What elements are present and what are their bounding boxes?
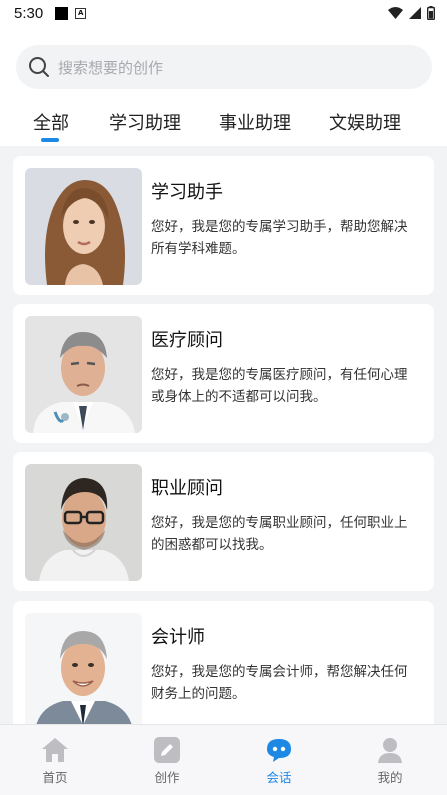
battery-icon — [427, 6, 435, 20]
status-bar: 5:30 A — [0, 0, 447, 26]
top-area: 5:30 A 搜索想要的创作 全部 学习助理 事业助理 文娱助理 — [0, 0, 447, 146]
notification-icon — [55, 6, 69, 20]
nav-label-create: 创作 — [154, 770, 180, 785]
nav-label-profile: 我的 — [377, 770, 403, 785]
status-icons — [388, 6, 435, 20]
tab-all[interactable]: 全部 — [33, 109, 69, 135]
tab-career-assistant[interactable]: 事业助理 — [219, 109, 291, 135]
avatar — [25, 613, 142, 724]
assistant-description: 您好，我是您的专属职业顾问，任何职业上的困惑都可以找我。 — [151, 515, 408, 553]
nav-item-chat[interactable]: 会话 — [249, 737, 309, 786]
avatar — [25, 316, 142, 433]
assistant-card-study[interactable]: 学习助手 您好，我是您的专属学习助手，帮助您解决所有学科难题。 — [13, 156, 434, 295]
nav-item-profile[interactable]: 我的 — [360, 737, 420, 786]
nav-label-home: 首页 — [42, 770, 68, 785]
assistant-list[interactable]: 学习助手 您好，我是您的专属学习助手，帮助您解决所有学科难题。 医疗顾问 您好，… — [0, 146, 447, 724]
status-time: 5:30 — [14, 4, 44, 22]
signal-icon — [409, 7, 421, 19]
assistant-title: 职业顾问 — [151, 478, 223, 499]
assistant-description: 您好，我是您的专属学习助手，帮助您解决所有学科难题。 — [151, 219, 408, 257]
active-tab-indicator — [41, 138, 59, 142]
bottom-nav: 首页 创作 会话 我的 — [0, 724, 447, 795]
assistant-description: 您好，我是您的专属会计师，帮您解决任何财务上的问题。 — [151, 664, 408, 702]
user-icon — [378, 738, 402, 763]
keyboard-indicator-icon: A — [75, 7, 87, 19]
avatar — [25, 464, 142, 581]
edit-icon — [154, 737, 180, 763]
home-icon — [42, 738, 68, 762]
assistant-card-medical[interactable]: 医疗顾问 您好，我是您的专属医疗顾问，有任何心理或身体上的不适都可以问我。 — [13, 304, 434, 443]
search-bar[interactable]: 搜索想要的创作 — [16, 45, 432, 89]
assistant-card-career[interactable]: 职业顾问 您好，我是您的专属职业顾问，任何职业上的困惑都可以找我。 — [13, 452, 434, 591]
avatar — [25, 168, 142, 285]
wifi-icon — [388, 7, 403, 19]
category-tabs: 全部 学习助理 事业助理 文娱助理 — [0, 103, 447, 145]
tab-entertainment-assistant[interactable]: 文娱助理 — [329, 109, 401, 135]
tab-study-assistant[interactable]: 学习助理 — [109, 109, 181, 135]
nav-label-chat: 会话 — [266, 770, 292, 785]
chat-icon — [267, 739, 291, 762]
nav-item-create[interactable]: 创作 — [137, 737, 197, 786]
search-icon — [29, 57, 49, 77]
assistant-title: 会计师 — [151, 627, 205, 648]
search-input[interactable]: 搜索想要的创作 — [58, 57, 163, 78]
assistant-description: 您好，我是您的专属医疗顾问，有任何心理或身体上的不适都可以问我。 — [151, 367, 408, 405]
assistant-title: 医疗顾问 — [151, 330, 223, 351]
assistant-title: 学习助手 — [151, 182, 223, 203]
assistant-card-accountant[interactable]: 会计师 您好，我是您的专属会计师，帮您解决任何财务上的问题。 — [13, 601, 434, 724]
nav-item-home[interactable]: 首页 — [25, 737, 85, 786]
